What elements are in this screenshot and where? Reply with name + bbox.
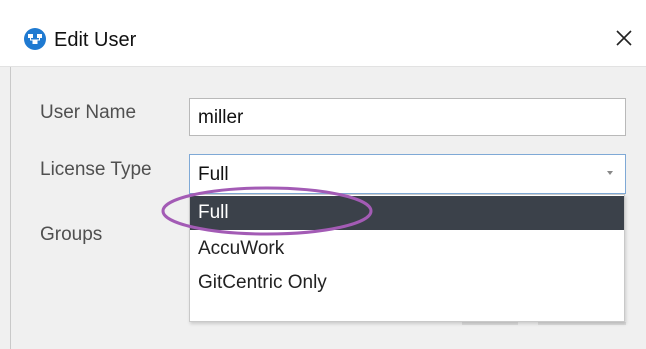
- license-option-full[interactable]: Full: [190, 196, 624, 230]
- user-name-label: User Name: [40, 102, 137, 123]
- hidden-button-edge: [462, 322, 518, 325]
- license-type-label: License Type: [40, 159, 152, 180]
- user-name-value: miller: [198, 107, 244, 128]
- close-icon[interactable]: [612, 26, 636, 50]
- chevron-down-icon: [607, 171, 613, 175]
- license-type-value: Full: [198, 164, 229, 185]
- license-option-gitcentric-only[interactable]: GitCentric Only: [190, 266, 624, 300]
- license-type-dropdown-list: Full AccuWork GitCentric Only: [189, 194, 625, 322]
- window-title: Edit User: [54, 29, 137, 51]
- hidden-button-edge: [538, 322, 626, 325]
- app-icon: [24, 28, 46, 50]
- user-name-input[interactable]: miller: [189, 98, 626, 136]
- license-option-accuwork[interactable]: AccuWork: [190, 232, 624, 266]
- license-type-select[interactable]: Full: [189, 154, 626, 194]
- edit-user-dialog: Edit User User Name miller License Type …: [0, 0, 646, 349]
- groups-label: Groups: [40, 224, 103, 245]
- title-bar: Edit User: [0, 0, 646, 67]
